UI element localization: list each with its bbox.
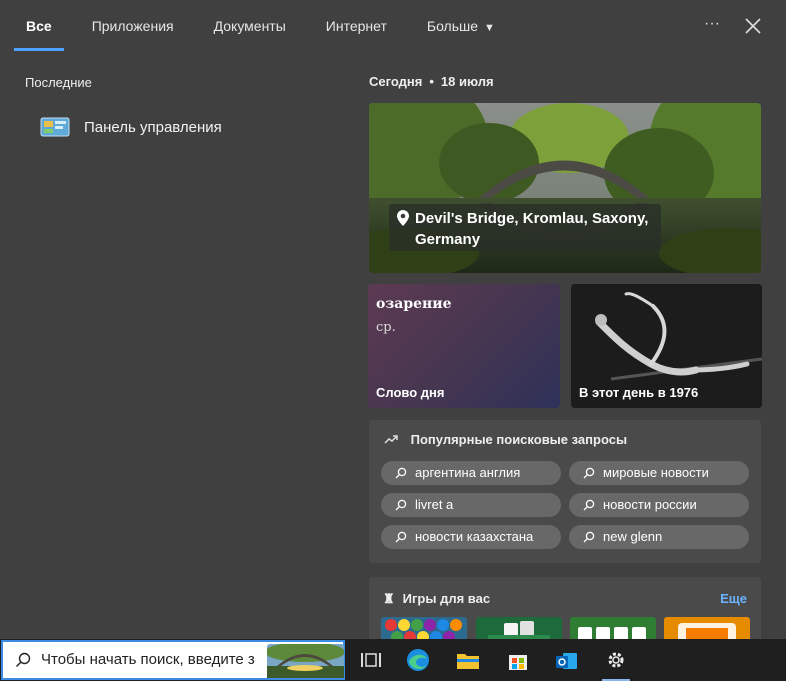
- tab-all[interactable]: Все: [12, 0, 66, 52]
- trending-item-label: новости россии: [603, 497, 697, 512]
- this-day-card[interactable]: В этот день в 1976: [571, 284, 762, 408]
- trending-item-label: новости казахстана: [415, 529, 534, 544]
- search-placeholder: Чтобы начать поиск, введите з: [41, 651, 255, 668]
- outlook-button[interactable]: [551, 644, 583, 676]
- taskbar-search-box[interactable]: Чтобы начать поиск, введите з: [1, 640, 345, 680]
- trending-item[interactable]: аргентина англия: [381, 461, 561, 485]
- word-of-day-card[interactable]: озарение ср. Слово дня: [368, 284, 560, 408]
- hero-image-card[interactable]: Devil's Bridge, Kromlau, Saxony, Germany: [369, 103, 761, 273]
- trending-arrow-icon: [384, 435, 398, 444]
- recent-item-label: Панель управления: [84, 118, 222, 136]
- games-panel: ♜ Игры для вас Еще: [369, 577, 761, 647]
- search-icon: [16, 652, 31, 667]
- search-icon: [395, 499, 407, 511]
- trending-title-text: Популярные поисковые запросы: [410, 432, 628, 447]
- tab-documents[interactable]: Документы: [200, 0, 300, 52]
- hero-caption-text: Devil's Bridge, Kromlau, Saxony, Germany: [415, 210, 649, 248]
- task-view-icon: [361, 653, 381, 667]
- file-explorer-icon: [457, 654, 479, 669]
- trending-item[interactable]: livret a: [381, 493, 561, 517]
- trending-item-label: livret a: [415, 497, 454, 512]
- trending-item-label: мировые новости: [603, 465, 709, 480]
- games-more-link[interactable]: Еще: [720, 591, 747, 606]
- games-title-text: Игры для вас: [402, 591, 491, 606]
- this-day-label: В этот день в 1976: [579, 385, 699, 400]
- search-highlight-bridge-icon: [267, 644, 344, 678]
- trending-item[interactable]: new glenn: [569, 525, 749, 549]
- store-button[interactable]: [502, 644, 534, 676]
- taskbar: Чтобы начать поиск, введите з: [0, 639, 786, 681]
- date-value: 18 июля: [440, 74, 494, 89]
- outlook-icon: [556, 653, 577, 669]
- word-of-day-word: озарение: [376, 296, 452, 312]
- word-of-day-label: Слово дня: [376, 385, 445, 400]
- trending-item[interactable]: новости казахстана: [381, 525, 561, 549]
- trending-item-label: аргентина англия: [415, 465, 521, 480]
- date-heading: Сегодня • 18 июля: [369, 74, 494, 89]
- search-icon: [395, 467, 407, 479]
- search-tabs: Все Приложения Документы Интернет Больше…: [0, 0, 786, 52]
- tab-more-label: Больше: [426, 18, 479, 34]
- location-pin-icon: [397, 210, 409, 226]
- trending-item[interactable]: мировые новости: [569, 461, 749, 485]
- search-icon: [583, 467, 595, 479]
- tab-more[interactable]: Больше ▼: [413, 0, 509, 52]
- trending-searches-panel: Популярные поисковые запросы аргентина а…: [369, 420, 761, 563]
- settings-button[interactable]: [600, 644, 632, 681]
- control-panel-icon: [40, 117, 70, 137]
- games-title: ♜ Игры для вас: [383, 591, 490, 607]
- trending-item[interactable]: новости россии: [569, 493, 749, 517]
- word-of-day-grammar: ср.: [376, 320, 396, 335]
- trending-title: Популярные поисковые запросы: [383, 432, 627, 447]
- tab-apps-label: Приложения: [91, 18, 174, 34]
- caret-down-icon: ▼: [484, 22, 495, 34]
- date-prefix: Сегодня: [369, 74, 423, 89]
- recent-item-control-panel[interactable]: Панель управления: [40, 112, 340, 142]
- close-button[interactable]: [741, 14, 765, 38]
- hero-caption: Devil's Bridge, Kromlau, Saxony, Germany: [389, 204, 661, 251]
- recent-heading: Последние: [25, 75, 92, 90]
- file-explorer-button[interactable]: [452, 644, 484, 676]
- search-icon: [583, 499, 595, 511]
- edge-button[interactable]: [402, 644, 434, 676]
- more-options-button[interactable]: ···: [700, 14, 724, 38]
- chess-piece-icon: ♜: [383, 591, 395, 606]
- task-view-button[interactable]: [354, 644, 386, 676]
- tab-apps[interactable]: Приложения: [78, 0, 188, 52]
- tab-web[interactable]: Интернет: [312, 0, 401, 52]
- tab-all-label: Все: [26, 18, 52, 34]
- search-icon: [583, 531, 595, 543]
- tab-documents-label: Документы: [213, 18, 286, 34]
- trending-item-label: new glenn: [603, 529, 663, 544]
- store-icon: [509, 655, 527, 670]
- search-icon: [395, 531, 407, 543]
- tab-web-label: Интернет: [325, 18, 387, 34]
- settings-icon: [608, 652, 624, 668]
- date-separator: •: [429, 74, 434, 89]
- close-icon: [745, 18, 761, 34]
- edge-icon: [407, 649, 429, 671]
